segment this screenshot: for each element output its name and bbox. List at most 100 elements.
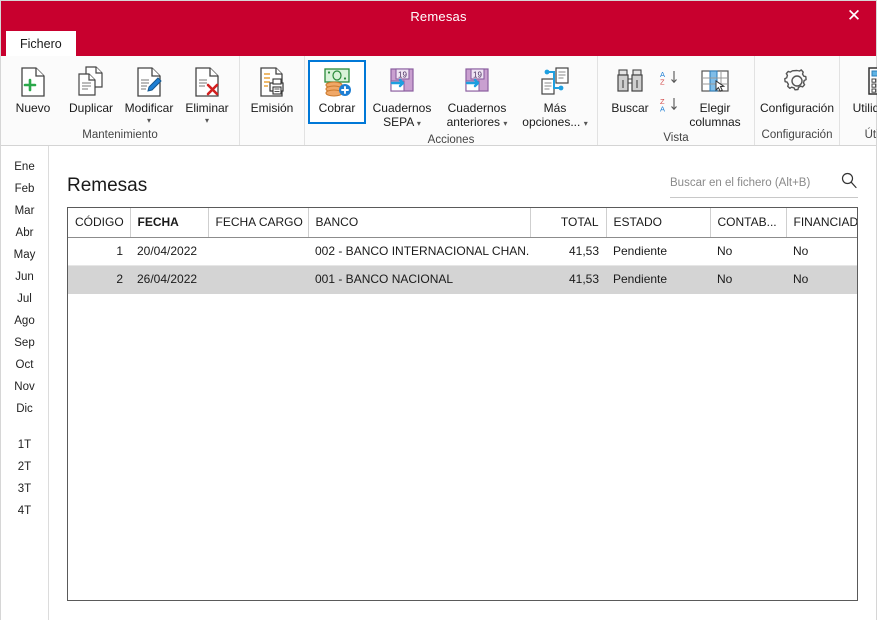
nuevo-label: Nuevo [15, 101, 51, 115]
ribbon-group-mantenimiento: Nuevo Duplicar Modificar ▾ Eliminar ▾ Ma… [1, 56, 239, 145]
cell-estado: Pendiente [606, 265, 710, 294]
sort-ascending-icon[interactable]: A Z [659, 69, 679, 91]
tab-fichero[interactable]: Fichero [6, 31, 76, 56]
sort-descending-icon[interactable]: Z A [659, 96, 679, 118]
sidebar-item-month-abr[interactable]: Abr [1, 222, 48, 244]
ribbon-group-label-emision [240, 128, 304, 145]
sidebar-item-month-may[interactable]: May [1, 244, 48, 266]
emision-label: Emisión [250, 101, 294, 115]
column-header-codigo[interactable]: CÓDIGO [68, 208, 131, 238]
configuracion-button[interactable]: Configuración [758, 60, 836, 124]
cell-total: 41,53 [530, 237, 606, 266]
elegir-columnas-label: Elegir columnas [689, 101, 741, 129]
column-header-fecha-cargo[interactable]: FECHA CARGO [208, 208, 309, 238]
sidebar-item-month-sep[interactable]: Sep [1, 332, 48, 354]
duplicar-button[interactable]: Duplicar [62, 60, 120, 124]
column-header-estado[interactable]: ESTADO [606, 208, 711, 238]
chevron-down-icon[interactable]: ▾ [503, 119, 507, 128]
binoculars-icon [615, 65, 645, 99]
calendar-export-icon: 19 [462, 65, 492, 99]
cell-estado: Pendiente [606, 237, 710, 266]
modificar-button[interactable]: Modificar ▾ [120, 60, 178, 127]
main-body: Ene Feb Mar Abr May Jun Jul Ago Sep Oct … [1, 146, 876, 620]
delete-document-icon [192, 65, 222, 99]
money-collect-icon [321, 65, 353, 99]
mas-opciones-label: Más opciones... [522, 101, 581, 129]
cell-financiada: No [786, 265, 857, 294]
ribbon-group-label-configuracion: Configuración [761, 129, 833, 141]
sidebar-item-quarter-2t[interactable]: 2T [1, 456, 48, 478]
eliminar-button[interactable]: Eliminar ▾ [178, 60, 236, 127]
ribbon-group-label-vista: Vista [663, 132, 689, 144]
cell-fecha: 20/04/2022 [130, 237, 208, 266]
ribbon-group-vista: Buscar A Z Z A Elegir columnas Vista [597, 56, 754, 145]
cell-financiada: No [786, 237, 857, 266]
ribbon-group-emision: Emisión [239, 56, 304, 145]
print-document-icon [257, 65, 287, 99]
elegir-columnas-button[interactable]: Elegir columnas [679, 60, 751, 131]
column-header-contab[interactable]: CONTAB... [710, 208, 787, 238]
cell-codigo: 2 [68, 265, 130, 294]
sidebar-item-month-jul[interactable]: Jul [1, 288, 48, 310]
sidebar-item-month-jun[interactable]: Jun [1, 266, 48, 288]
ribbon-group-configuracion: Configuración Configuración [754, 56, 839, 145]
cobrar-label: Cobrar [318, 101, 356, 115]
cobrar-button[interactable]: Cobrar [308, 60, 366, 124]
search-box[interactable] [670, 171, 858, 198]
column-header-total[interactable]: TOTAL [530, 208, 607, 238]
chevron-down-icon[interactable]: ▾ [417, 119, 421, 128]
title-bar: Remesas ✕ [1, 1, 876, 31]
ribbon-group-label-utiles: Útiles [864, 129, 877, 141]
configuracion-label: Configuración [759, 101, 835, 115]
sidebar-item-quarter-1t[interactable]: 1T [1, 434, 48, 456]
buscar-label: Buscar [611, 101, 649, 115]
application-window: Remesas ✕ Fichero Nuevo Duplicar Modific… [0, 0, 877, 620]
duplicar-label: Duplicar [68, 101, 113, 115]
column-header-financiada[interactable]: FINANCIADA [786, 208, 857, 238]
cell-contab: No [710, 237, 786, 266]
page-title: Remesas [67, 175, 148, 196]
period-sidebar: Ene Feb Mar Abr May Jun Jul Ago Sep Oct … [1, 146, 49, 620]
search-input[interactable] [670, 176, 840, 189]
cell-banco: 001 - BANCO NACIONAL [308, 265, 530, 294]
sidebar-item-month-ago[interactable]: Ago [1, 310, 48, 332]
chevron-down-icon[interactable]: ▾ [205, 116, 209, 125]
mas-opciones-button[interactable]: Más opciones... ▾ [516, 60, 594, 133]
nuevo-button[interactable]: Nuevo [4, 60, 62, 124]
column-header-fecha[interactable]: FECHA [130, 208, 209, 238]
column-header-banco[interactable]: BANCO [308, 208, 531, 238]
window-title: Remesas [410, 8, 467, 24]
new-document-icon [18, 65, 48, 99]
chevron-down-icon[interactable]: ▾ [584, 119, 588, 128]
buscar-button[interactable]: Buscar [601, 60, 659, 124]
sidebar-item-month-mar[interactable]: Mar [1, 200, 48, 222]
remesas-table: CÓDIGO FECHA FECHA CARGO BANCO TOTAL EST… [68, 208, 857, 294]
cell-contab: No [710, 265, 786, 294]
chevron-down-icon[interactable]: ▾ [147, 116, 151, 125]
utilidades-button[interactable]: Utilidades ▾ [843, 60, 877, 127]
search-icon[interactable] [840, 171, 858, 194]
sidebar-item-month-ene[interactable]: Ene [1, 156, 48, 178]
sidebar-item-month-nov[interactable]: Nov [1, 376, 48, 398]
ribbon-group-label-mantenimiento: Mantenimiento [82, 129, 158, 141]
cell-banco: 002 - BANCO INTERNACIONAL CHAN... [308, 237, 530, 266]
table-row[interactable]: 1 20/04/2022 002 - BANCO INTERNACIONAL C… [68, 237, 857, 266]
svg-text:Z: Z [660, 78, 665, 87]
emision-button[interactable]: Emisión [243, 60, 301, 124]
eliminar-label: Eliminar [185, 101, 229, 115]
table-header-row: CÓDIGO FECHA FECHA CARGO BANCO TOTAL EST… [68, 208, 857, 238]
close-icon[interactable]: ✕ [832, 1, 876, 31]
sidebar-item-month-oct[interactable]: Oct [1, 354, 48, 376]
table-row[interactable]: 2 26/04/2022 001 - BANCO NACIONAL 41,53 … [68, 265, 857, 294]
sidebar-item-month-dic[interactable]: Dic [1, 398, 48, 420]
content-area: Remesas Buscar en el fichero (Alt+B) CÓD… [49, 146, 876, 620]
utilidades-label: Utilidades [852, 101, 877, 115]
cuadernos-sepa-button[interactable]: 19 Cuadernos SEPA ▾ [366, 60, 438, 133]
cuadernos-anteriores-button[interactable]: 19 Cuadernos anteriores ▾ [438, 60, 516, 133]
choose-columns-icon [699, 65, 731, 99]
ribbon-toolbar: Nuevo Duplicar Modificar ▾ Eliminar ▾ Ma… [1, 56, 877, 146]
sidebar-item-quarter-3t[interactable]: 3T [1, 478, 48, 500]
sidebar-item-month-feb[interactable]: Feb [1, 178, 48, 200]
sidebar-item-quarter-4t[interactable]: 4T [1, 500, 48, 522]
cell-codigo: 1 [68, 237, 130, 266]
